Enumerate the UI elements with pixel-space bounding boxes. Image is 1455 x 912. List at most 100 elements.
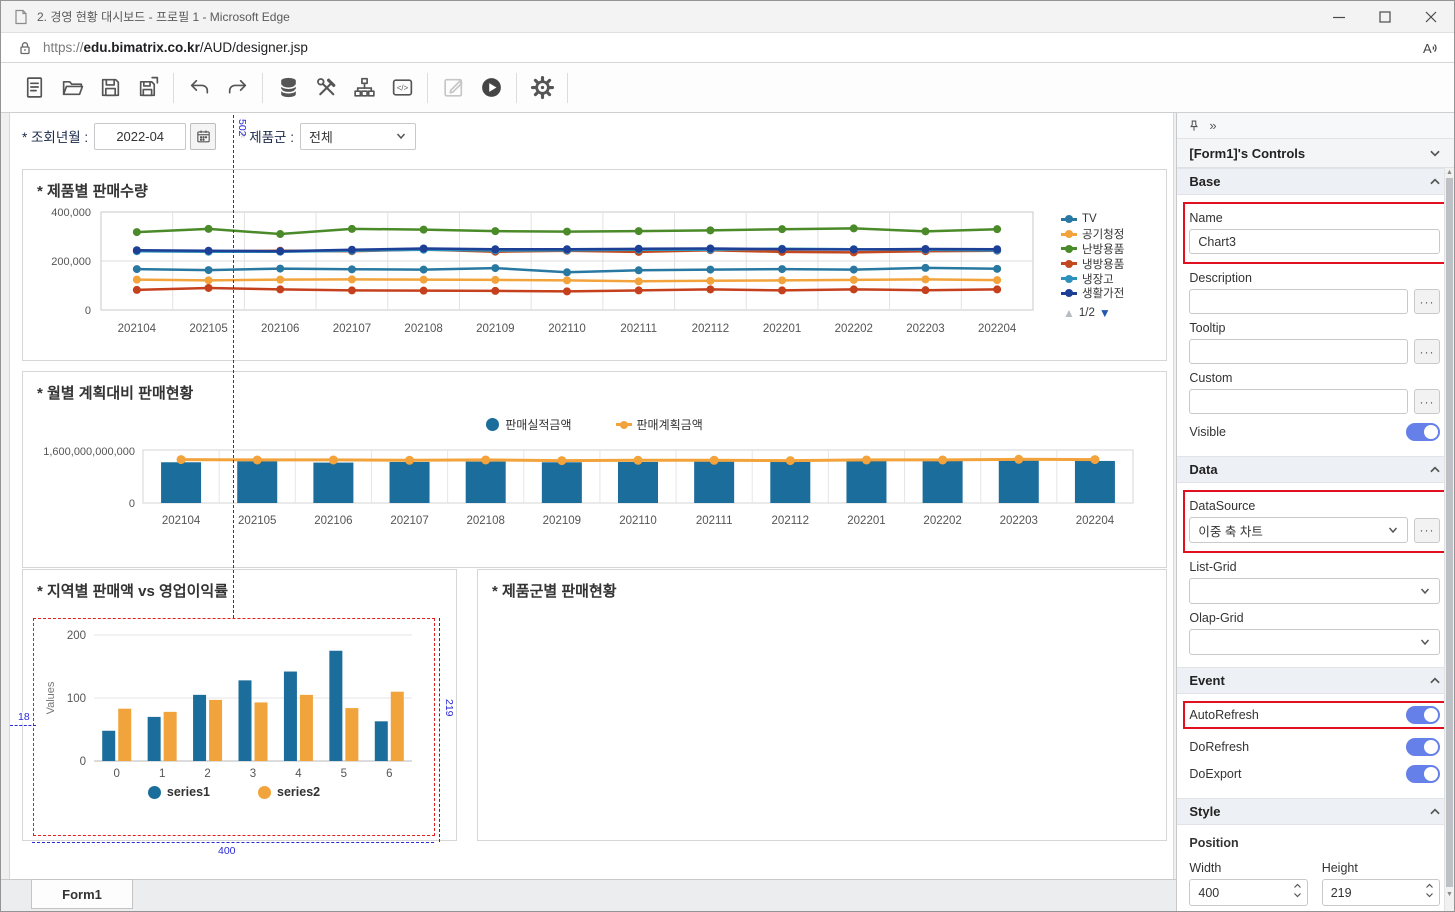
tooltip-ellipsis-button[interactable]: ··· [1414,339,1440,364]
section-style[interactable]: Style [1177,798,1454,825]
open-folder-button[interactable] [55,71,89,105]
description-ellipsis-button[interactable]: ··· [1414,289,1440,314]
svg-text:202202: 202202 [923,515,961,527]
address-bar[interactable]: https://edu.bimatrix.co.kr/AUD/designer.… [1,33,1454,63]
svg-text:200,000: 200,000 [51,256,91,268]
section-base[interactable]: Base [1177,168,1454,195]
scroll-up-icon[interactable]: ▲ [1445,168,1454,177]
edit-button[interactable] [436,71,470,105]
chart3-legend: series1 series2 [34,785,434,799]
width-input[interactable] [1189,879,1307,906]
svg-text:202204: 202204 [1076,515,1115,527]
height-input[interactable] [1322,879,1440,906]
undo-button[interactable] [182,71,216,105]
series2-marker [258,786,271,799]
dorefresh-toggle[interactable] [1406,738,1440,756]
collapse-panel-icon[interactable]: » [1209,118,1216,133]
section-style-label: Style [1189,804,1220,819]
svg-text:202201: 202201 [763,323,801,335]
new-document-button[interactable] [17,71,51,105]
custom-input[interactable] [1189,389,1408,414]
pin-icon[interactable] [1187,119,1201,133]
spinner-icons[interactable] [1425,883,1434,898]
chart2-legend: 판매실적금액 판매계획금액 [23,416,1166,433]
listgrid-select[interactable] [1189,578,1440,604]
chart2-panel[interactable]: * 월별 계획대비 판매현황 판매실적금액 판매계획금액 1,600,000,0… [22,371,1167,568]
custom-ellipsis-button[interactable]: ··· [1414,389,1440,414]
legend-item: 냉장고 [1061,271,1171,286]
chevron-up-icon [1428,175,1442,189]
minimize-button[interactable] [1316,1,1362,32]
run-button[interactable] [474,71,508,105]
chart4-panel[interactable]: * 제품군별 판매현황 [477,569,1167,841]
svg-text:</>: </> [396,83,408,92]
svg-text:0: 0 [80,756,86,768]
svg-text:200: 200 [67,630,86,642]
svg-text:3: 3 [250,768,256,780]
description-input[interactable] [1189,289,1408,314]
height-stepper[interactable] [1322,879,1440,906]
maximize-button[interactable] [1362,1,1408,32]
tooltip-input[interactable] [1189,339,1408,364]
datasource-ellipsis-button[interactable]: ··· [1414,518,1440,543]
tab-form1[interactable]: Form1 [31,879,133,909]
svg-text:202203: 202203 [906,323,944,335]
spinner-icons[interactable] [1293,883,1302,898]
section-style-body: Position Width Height Left [1177,825,1454,911]
calendar-button[interactable] [190,123,216,150]
toolbar-separator [173,73,174,103]
redo-icon [225,75,250,100]
legend-item: 난방용품 [1061,242,1171,257]
page-up-icon[interactable]: ▲ [1063,306,1075,320]
chevron-down-icon [1419,585,1431,597]
legend-item: series1 [148,785,210,799]
chart3-selection-outline[interactable]: 2001000Values0123456 series1 series2 [33,618,435,836]
section-event[interactable]: Event [1177,667,1454,694]
chart3-panel[interactable]: * 지역별 판매액 vs 영업이익률 2001000Values0123456 … [22,569,457,841]
date-filter-input[interactable] [94,123,186,150]
dorefresh-label: DoRefresh [1189,740,1249,754]
hierarchy-button[interactable] [347,71,381,105]
chart3-plot: 2001000Values0123456 [40,623,428,783]
tools-icon [314,75,339,100]
doexport-label: DoExport [1189,767,1241,781]
settings-button[interactable] [525,71,559,105]
panel-header[interactable]: [Form1]'s Controls [1177,139,1454,168]
svg-text:202106: 202106 [314,515,352,527]
autorefresh-toggle[interactable] [1406,706,1440,724]
svg-text:0: 0 [85,305,91,317]
section-event-body: AutoRefresh DoRefresh DoExport [1177,694,1454,798]
datasource-select[interactable]: 이중 축 차트 [1189,517,1408,543]
database-button[interactable] [271,71,305,105]
page-icon [13,9,29,25]
svg-text:202112: 202112 [692,323,730,335]
product-filter-select[interactable]: 전체 [300,123,416,150]
code-button[interactable]: </> [385,71,419,105]
toolbar-separator [567,73,568,103]
legend-item: 판매계획금액 [616,416,703,433]
chart1-panel[interactable]: * 제품별 판매수량 400,000200,000020210420210520… [22,169,1167,361]
settings-icon [530,75,555,100]
close-button[interactable] [1408,1,1454,32]
olapgrid-select[interactable] [1189,629,1440,655]
save-button[interactable] [93,71,127,105]
page-down-icon[interactable]: ▼ [1099,306,1111,320]
read-aloud-icon[interactable]: A [1420,39,1440,57]
panel-scrollbar[interactable]: ▲ ▼ [1444,168,1454,911]
legend-item: 냉방용품 [1061,256,1171,271]
form-canvas[interactable]: * 조회년월 : * 제품군 : 전체 * 제품별 판매수량 [9,113,1174,879]
visible-toggle[interactable] [1406,423,1440,441]
chart1-title: * 제품별 판매수량 [37,180,148,201]
svg-text:202202: 202202 [835,323,873,335]
height-measure-label: 219 [443,699,454,717]
save-as-button[interactable] [131,71,165,105]
tools-button[interactable] [309,71,343,105]
doexport-toggle[interactable] [1406,765,1440,783]
series-marker [1061,218,1077,221]
section-data[interactable]: Data [1177,456,1454,483]
scroll-down-icon[interactable]: ▼ [1445,890,1454,899]
redo-button[interactable] [220,71,254,105]
width-stepper[interactable] [1189,879,1307,906]
name-input[interactable] [1189,229,1440,254]
scrollbar-thumb[interactable] [1446,178,1453,887]
